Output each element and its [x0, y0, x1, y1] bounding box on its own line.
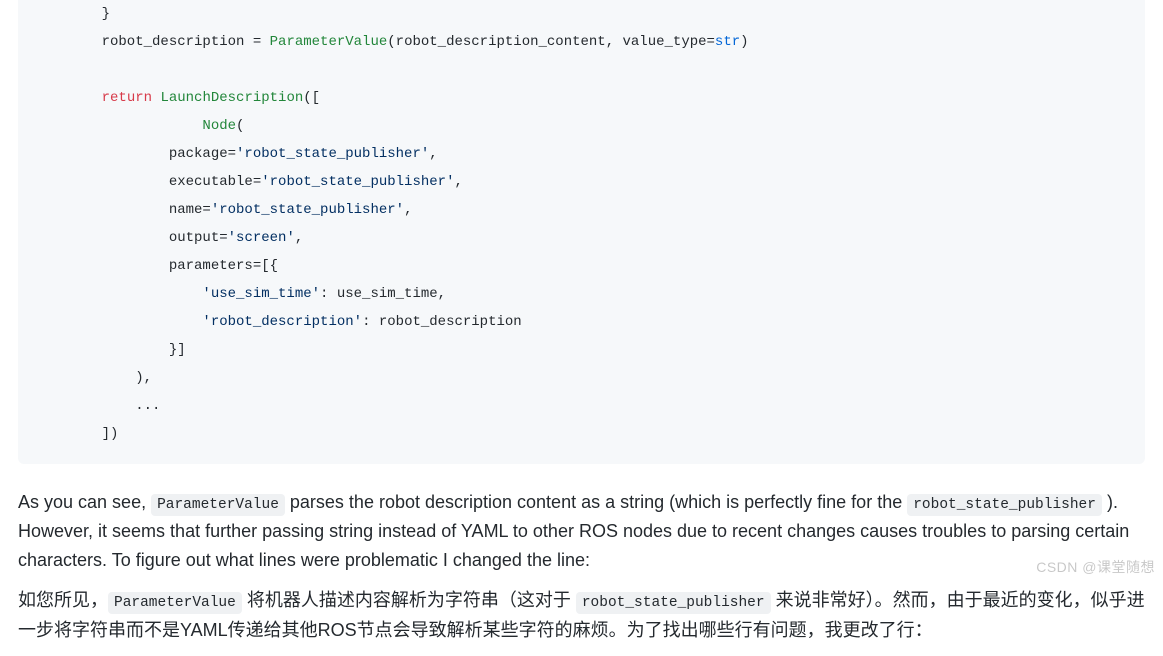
code-line: ...: [68, 392, 1129, 420]
code-line: package='robot_state_publisher',: [68, 140, 1129, 168]
text: parses the robot description content as …: [285, 492, 907, 512]
inline-code: ParameterValue: [151, 494, 285, 516]
code-line: 'use_sim_time': use_sim_time,: [68, 280, 1129, 308]
text: 将机器人描述内容解析为字符串（这对于: [242, 590, 576, 610]
paragraph-en: As you can see, ParameterValue parses th…: [18, 488, 1145, 575]
inline-code: robot_state_publisher: [907, 494, 1102, 516]
code-line: robot_description = ParameterValue(robot…: [68, 28, 1129, 56]
code-line: }]: [68, 336, 1129, 364]
code-line: executable='robot_state_publisher',: [68, 168, 1129, 196]
prose-section: As you can see, ParameterValue parses th…: [0, 488, 1163, 646]
code-line: parameters=[{: [68, 252, 1129, 280]
code-line: [68, 56, 1129, 84]
code-line: return LaunchDescription([: [68, 84, 1129, 112]
text: 如您所见，: [18, 590, 108, 610]
code-line: Node(: [68, 112, 1129, 140]
code-line: ]): [68, 420, 1129, 448]
code-line: ),: [68, 364, 1129, 392]
inline-code: robot_state_publisher: [576, 592, 771, 614]
code-line: }: [68, 0, 1129, 28]
code-line: 'robot_description': robot_description: [68, 308, 1129, 336]
text: As you can see,: [18, 492, 151, 512]
code-block: } robot_description = ParameterValue(rob…: [18, 0, 1145, 464]
code-line: name='robot_state_publisher',: [68, 196, 1129, 224]
inline-code: ParameterValue: [108, 592, 242, 614]
code-line: output='screen',: [68, 224, 1129, 252]
paragraph-cn: 如您所见，ParameterValue 将机器人描述内容解析为字符串（这对于 r…: [18, 585, 1145, 646]
watermark: CSDN @课堂随想: [1036, 557, 1155, 578]
